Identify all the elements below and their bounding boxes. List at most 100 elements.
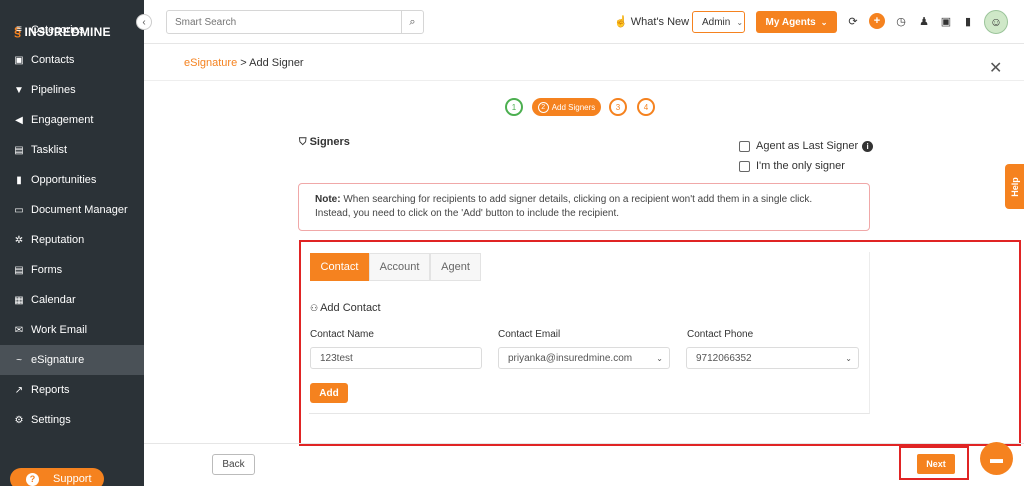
step-4[interactable]: 4	[637, 98, 655, 116]
list-icon: ≡	[16, 24, 22, 35]
note-line-1: Note: When searching for recipients to a…	[315, 193, 853, 207]
step-number: 4	[643, 102, 649, 112]
only-signer-checkbox[interactable]	[739, 160, 750, 172]
sidebar-item-label: Opportunities	[31, 174, 97, 186]
signers-heading: ⛉ Signers	[299, 136, 350, 148]
contact-email-select[interactable]: priyanka@insuredmine.com ⌄	[498, 347, 670, 369]
info-icon[interactable]: i	[862, 140, 874, 152]
agent-last-signer-checkbox[interactable]	[739, 140, 750, 152]
ai-chip-icon[interactable]: ▣	[938, 13, 954, 29]
tab-account[interactable]: Account	[369, 253, 430, 281]
megaphone-icon: ◀	[15, 114, 23, 126]
my-agents-button[interactable]: My Agents ⌄	[756, 11, 837, 33]
sidebar-item-settings[interactable]: ⚙ Settings	[0, 405, 144, 435]
reputation-icon: ✲	[14, 234, 24, 246]
add-contact-label: Add Contact	[320, 302, 381, 314]
breadcrumb: eSignature > Add Signer	[184, 57, 304, 69]
note-text-1: When searching for recipients to add sig…	[343, 194, 813, 205]
sidebar-item-label: eSignature	[31, 354, 85, 366]
contact-email-label: Contact Email	[498, 329, 561, 340]
step-2-add-signers[interactable]: 2 Add Signers	[532, 98, 601, 116]
step-label: Add Signers	[551, 102, 596, 112]
task-icon: ▤	[14, 144, 24, 156]
step-1[interactable]: 1	[505, 98, 523, 116]
tab-agent[interactable]: Agent	[430, 253, 481, 281]
note-text-2: Instead, you need to click on the 'Add' …	[315, 208, 620, 219]
sidebar-item-label: Engagement	[31, 114, 94, 126]
contact-phone-value: 9712066352	[696, 352, 752, 364]
my-agents-label: My Agents	[765, 16, 816, 28]
sidebar-item-reputation[interactable]: ✲ Reputation	[0, 225, 144, 255]
step-number: 1	[511, 102, 517, 112]
form-icon: ▤	[14, 264, 24, 276]
footer-divider	[144, 443, 1024, 444]
step-3[interactable]: 3	[609, 98, 627, 116]
contact-name-value: 123test	[320, 352, 353, 364]
add-icon[interactable]: +	[869, 13, 885, 29]
sidebar-item-document-manager[interactable]: ▭ Document Manager	[0, 195, 144, 225]
add-user-icon: ⚇	[310, 302, 319, 313]
contact-phone-select[interactable]: 9712066352 ⌄	[686, 347, 859, 369]
sidebar-item-label: Reports	[31, 384, 70, 396]
chevron-down-icon: ⌄	[845, 353, 852, 363]
calendar-icon: ▦	[14, 294, 24, 306]
breadcrumb-separator: >	[240, 57, 247, 69]
mail-icon: ✉	[14, 324, 24, 336]
breadcrumb-current: Add Signer	[249, 57, 304, 69]
chat-bubble-icon[interactable]: ▬	[980, 442, 1013, 475]
agent-last-signer-label: Agent as Last Signer	[756, 140, 859, 152]
only-signer-label: I'm the only signer	[756, 160, 845, 172]
tab-contact[interactable]: Contact	[310, 253, 369, 281]
refresh-icon[interactable]: ⟳	[845, 13, 861, 29]
search-input[interactable]	[167, 11, 401, 33]
contact-name-field[interactable]: 123test	[310, 347, 482, 369]
admin-select[interactable]: Admin ⌄	[692, 11, 745, 33]
sidebar-item-calendar[interactable]: ▦ Calendar	[0, 285, 144, 315]
folder-icon: ▭	[14, 204, 24, 216]
sidebar-item-tasklist[interactable]: ▤ Tasklist	[0, 135, 144, 165]
next-button[interactable]: Next	[917, 454, 955, 474]
clock-icon[interactable]: ◷	[893, 13, 909, 29]
sidebar-item-contacts[interactable]: ▣ Contacts	[0, 45, 144, 75]
sidebar-item-engagement[interactable]: ◀ Engagement	[0, 105, 144, 135]
close-icon[interactable]: ✕	[989, 58, 1002, 78]
sidebar-item-work-email[interactable]: ✉ Work Email	[0, 315, 144, 345]
sidebar-item-reports[interactable]: ↗ Reports	[0, 375, 144, 405]
contact-email-value: priyanka@insuredmine.com	[508, 352, 633, 364]
breadcrumb-esignature-link[interactable]: eSignature	[184, 57, 237, 69]
sidebar-item-forms[interactable]: ▤ Forms	[0, 255, 144, 285]
signers-icon: ⛉	[299, 137, 307, 148]
contact-card-icon: ▣	[14, 54, 24, 66]
help-tab[interactable]: Help	[1005, 164, 1024, 209]
chevron-down-icon: ⌄	[656, 353, 663, 363]
sidebar-item-categories[interactable]: ≡ Categories	[0, 15, 144, 45]
sidebar-item-label: Calendar	[31, 294, 76, 306]
signer-type-tabs: Contact Account Agent	[310, 253, 481, 281]
sidebar-item-opportunities[interactable]: ▮ Opportunities	[0, 165, 144, 195]
sidebar-item-label: Settings	[31, 414, 71, 426]
admin-label: Admin	[702, 16, 731, 28]
smart-search: ⌕	[166, 10, 424, 34]
search-icon[interactable]: ⌕	[401, 11, 423, 33]
support-button[interactable]: ? Support	[10, 468, 104, 486]
line-chart-icon: ↗	[14, 384, 24, 396]
chevron-down-icon: ⌄	[820, 17, 828, 27]
sidebar-item-label: Forms	[31, 264, 63, 276]
agent-last-signer-option: Agent as Last Signer i	[739, 140, 874, 152]
signers-title: Signers	[309, 136, 350, 148]
back-button[interactable]: Back	[212, 454, 255, 475]
whats-new-link[interactable]: ☝ What's New	[614, 15, 689, 28]
tablet-icon[interactable]: ▮	[960, 13, 976, 29]
support-label: Support	[53, 473, 92, 485]
bell-icon[interactable]: ♟	[916, 13, 932, 29]
whats-new-label: What's New	[630, 16, 690, 28]
sidebar-item-pipelines[interactable]: ▼ Pipelines	[0, 75, 144, 105]
add-button[interactable]: Add	[310, 383, 348, 403]
note-box: Note: When searching for recipients to a…	[298, 183, 870, 231]
sidebar-collapse-button[interactable]: ‹	[136, 14, 152, 30]
note-bold: Note:	[315, 194, 341, 205]
avatar[interactable]: ☺	[984, 10, 1008, 34]
signature-icon: ~	[16, 354, 22, 366]
sidebar-item-esignature[interactable]: ~ eSignature	[0, 345, 144, 375]
sidebar-item-label: Document Manager	[31, 204, 128, 216]
